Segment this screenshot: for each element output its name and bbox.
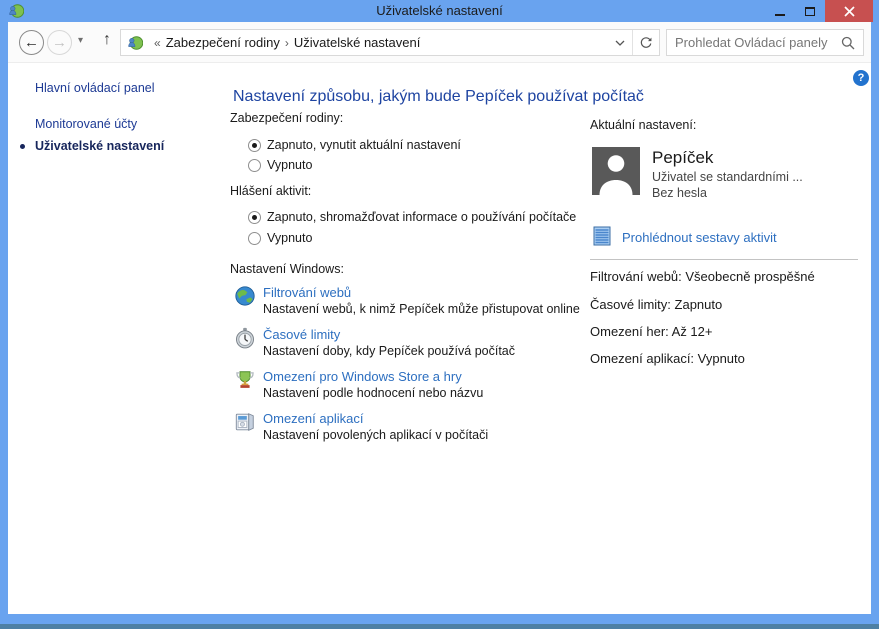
user-name: Pepíček	[652, 148, 713, 168]
forward-icon: →	[52, 34, 67, 51]
window-body: ← → ▾ ↑ « Zabezpečení rodiny › Uživatels…	[8, 22, 871, 614]
stopwatch-icon	[234, 327, 256, 349]
back-icon: ←	[24, 34, 39, 51]
close-button[interactable]	[825, 0, 873, 22]
control-panel-window: Uživatelské nastavení ← → ▾ ↑ « Zabezpeč…	[0, 0, 879, 629]
family-safety-group-label: Zabezpečení rodiny:	[230, 111, 343, 125]
time-limits-description: Nastavení doby, kdy Pepíček používá počí…	[263, 344, 594, 358]
user-avatar	[592, 147, 640, 195]
address-bar[interactable]: « Zabezpečení rodiny › Uživatelské nasta…	[120, 29, 660, 56]
close-icon	[844, 6, 855, 17]
radio-activity-reporting-off[interactable]: Vypnuto	[248, 230, 312, 246]
radio-selected-icon	[248, 211, 261, 224]
apps-icon	[234, 411, 256, 433]
active-item-bullet-icon	[20, 144, 25, 149]
back-button[interactable]: ←	[19, 30, 44, 55]
app-restrictions-item: Omezení aplikací Nastavení povolených ap…	[234, 411, 594, 442]
globe-icon	[234, 285, 256, 307]
web-filtering-description: Nastavení webů, k nimž Pepíček může přis…	[263, 302, 594, 316]
breadcrumb-overflow-icon[interactable]: «	[149, 36, 166, 50]
search-box	[666, 29, 864, 56]
breadcrumb-separator-icon[interactable]: ›	[280, 36, 294, 50]
radio-unselected-icon	[248, 159, 261, 172]
breadcrumb-item-family-safety[interactable]: Zabezpečení rodiny	[166, 35, 280, 50]
navigation-toolbar: ← → ▾ ↑ « Zabezpečení rodiny › Uživatels…	[8, 22, 871, 63]
time-limits-item: Časové limity Nastavení doby, kdy Pepíče…	[234, 327, 594, 358]
radio-label: Vypnuto	[267, 231, 312, 245]
web-filtering-item: Filtrování webů Nastavení webů, k nimž P…	[234, 285, 594, 316]
view-activity-reports-link[interactable]: Prohlédnout sestavy aktivit	[622, 230, 777, 245]
store-game-restrictions-link[interactable]: Omezení pro Windows Store a hry	[263, 369, 594, 384]
radio-family-safety-off[interactable]: Vypnuto	[248, 157, 312, 173]
summary-web-filtering: Filtrování webů: Všeobecně prospěšné	[590, 269, 815, 284]
sidebar-item-main-control-panel[interactable]: Hlavní ovládací panel	[35, 81, 155, 95]
address-dropdown-button[interactable]	[608, 30, 632, 55]
desktop-edge	[0, 624, 879, 629]
radio-label: Zapnuto, shromažďovat informace o použív…	[267, 210, 576, 224]
store-game-restrictions-item: Omezení pro Windows Store a hry Nastaven…	[234, 369, 594, 400]
page-title: Nastavení způsobu, jakým bude Pepíček po…	[233, 88, 644, 106]
user-password-status: Bez hesla	[652, 186, 707, 200]
history-dropdown-button[interactable]: ▾	[78, 35, 83, 46]
radio-label: Zapnuto, vynutit aktuální nastavení	[267, 138, 461, 152]
radio-family-safety-on[interactable]: Zapnuto, vynutit aktuální nastavení	[248, 137, 461, 153]
family-safety-icon	[127, 35, 143, 51]
web-filtering-link[interactable]: Filtrování webů	[263, 285, 594, 300]
minimize-button[interactable]	[765, 0, 795, 22]
activity-report-icon	[592, 226, 612, 246]
summary-game-restrictions: Omezení her: Až 12+	[590, 324, 712, 339]
sidebar-item-monitored-accounts[interactable]: Monitorované účty	[35, 117, 137, 131]
help-icon: ?	[858, 72, 865, 84]
user-account-type: Uživatel se standardními ...	[652, 170, 803, 184]
divider	[590, 259, 858, 260]
titlebar: Uživatelské nastavení	[0, 0, 879, 22]
minimize-icon	[775, 14, 785, 16]
maximize-icon	[805, 7, 815, 16]
search-input[interactable]	[667, 35, 840, 50]
current-settings-label: Aktuální nastavení:	[590, 118, 696, 132]
forward-button[interactable]: →	[47, 30, 72, 55]
up-button[interactable]: ↑	[98, 31, 116, 49]
summary-app-restrictions: Omezení aplikací: Vypnuto	[590, 351, 745, 366]
refresh-icon	[639, 36, 653, 50]
refresh-button[interactable]	[632, 30, 659, 55]
chevron-down-icon: ▾	[78, 35, 83, 46]
activity-reporting-group-label: Hlášení aktivit:	[230, 184, 311, 198]
radio-unselected-icon	[248, 232, 261, 245]
store-game-restrictions-description: Nastavení podle hodnocení nebo názvu	[263, 386, 594, 400]
trophy-icon	[234, 369, 256, 391]
time-limits-link[interactable]: Časové limity	[263, 327, 594, 342]
maximize-button[interactable]	[795, 0, 825, 22]
app-restrictions-description: Nastavení povolených aplikací v počítači	[263, 428, 594, 442]
window-title: Uživatelské nastavení	[0, 3, 879, 18]
radio-selected-icon	[248, 139, 261, 152]
help-button[interactable]: ?	[853, 70, 869, 86]
app-restrictions-link[interactable]: Omezení aplikací	[263, 411, 594, 426]
summary-time-limits: Časové limity: Zapnuto	[590, 297, 722, 312]
radio-label: Vypnuto	[267, 158, 312, 172]
breadcrumb-item-user-settings[interactable]: Uživatelské nastavení	[294, 35, 420, 50]
sidebar-item-user-settings: Uživatelské nastavení	[35, 139, 164, 153]
up-arrow-icon: ↑	[103, 31, 111, 48]
chevron-down-icon	[615, 40, 625, 46]
radio-activity-reporting-on[interactable]: Zapnuto, shromažďovat informace o použív…	[248, 209, 576, 225]
search-icon[interactable]	[840, 35, 856, 51]
content-area: ? Hlavní ovládací panel Monitorované účt…	[8, 63, 871, 614]
windows-settings-group-label: Nastavení Windows:	[230, 262, 344, 276]
